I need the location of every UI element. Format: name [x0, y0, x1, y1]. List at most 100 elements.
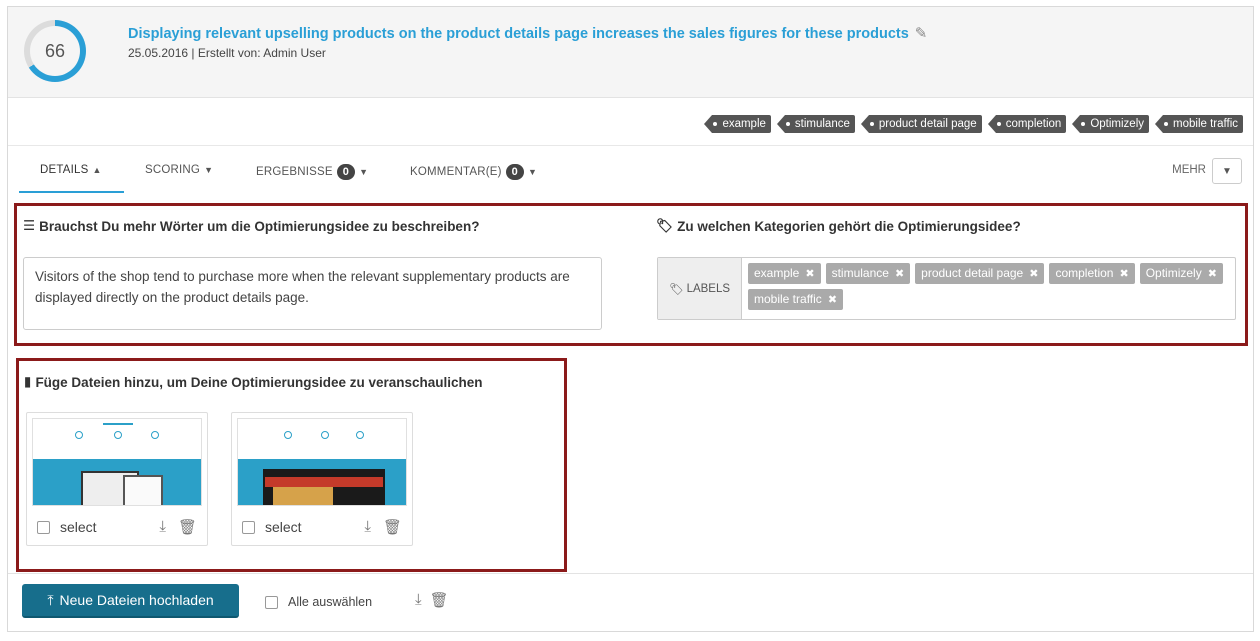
- download-icon[interactable]: ⤓: [364, 518, 371, 536]
- chip-text: mobile traffic: [754, 292, 822, 306]
- upload-files-button[interactable]: ⤒ Neue Dateien hochladen: [22, 584, 239, 618]
- idea-title-text: Displaying relevant upselling products o…: [128, 26, 909, 42]
- chip-text: stimulance: [831, 266, 889, 280]
- file-card: select ⤓ 🗑: [26, 412, 208, 546]
- file-thumbnail[interactable]: [237, 418, 407, 506]
- label-chip[interactable]: example ✖: [748, 263, 821, 284]
- thumbnail-dot: [321, 431, 329, 439]
- tab-label: DETAILS: [40, 164, 89, 176]
- label-chip[interactable]: stimulance ✖: [825, 263, 911, 284]
- trash-icon[interactable]: 🗑: [178, 518, 197, 536]
- remove-icon[interactable]: ✖: [828, 294, 837, 306]
- tab-kommentare[interactable]: KOMMENTAR(E) 0 ▼: [410, 164, 537, 180]
- remove-icon[interactable]: ✖: [895, 268, 904, 280]
- tab-label: KOMMENTAR(E): [410, 166, 502, 178]
- chip-text: completion: [1055, 266, 1114, 280]
- score-ring: 66: [24, 20, 86, 82]
- idea-meta: 25.05.2016 | Erstellt von: Admin User: [128, 46, 326, 60]
- label-chip[interactable]: Optimizely ✖: [1139, 263, 1223, 284]
- thumbnail-dot: [356, 431, 364, 439]
- tag-item[interactable]: mobile traffic: [1155, 115, 1243, 133]
- chevron-down-icon: ▼: [204, 165, 214, 175]
- select-checkbox[interactable]: [37, 520, 50, 534]
- thumbnail-dot: [75, 431, 83, 439]
- thumbnail-line: [103, 423, 133, 425]
- divider: [8, 145, 1253, 146]
- label-chip[interactable]: completion ✖: [1049, 263, 1135, 284]
- pencil-icon[interactable]: ✎: [915, 24, 928, 42]
- active-tab-indicator: [19, 191, 124, 193]
- remove-icon[interactable]: ✖: [1119, 268, 1128, 280]
- file-thumbnail[interactable]: [32, 418, 202, 506]
- remove-icon[interactable]: ✖: [1029, 268, 1038, 280]
- more-dropdown-button[interactable]: ▼: [1212, 158, 1242, 184]
- divider: [8, 573, 1253, 574]
- idea-detail-panel: 66 Displaying relevant upselling product…: [7, 6, 1254, 632]
- remove-icon[interactable]: ✖: [1208, 268, 1217, 280]
- categories-heading: 🏷 Zu welchen Kategorien gehört die Optimi…: [656, 218, 1021, 234]
- trash-icon[interactable]: 🗑: [383, 518, 402, 536]
- labels-input[interactable]: 🏷 LABELS example ✖ stimulance ✖ product det…: [657, 257, 1236, 320]
- tag-icon: 🏷: [668, 283, 684, 296]
- tab-ergebnisse[interactable]: ERGEBNISSE 0 ▼: [256, 164, 368, 180]
- select-all[interactable]: Alle auswählen: [265, 595, 372, 609]
- label-chips: example ✖ stimulance ✖ product detail page…: [748, 263, 1228, 310]
- thumbnail-site-image: [273, 487, 333, 505]
- files-heading: ▮ Füge Dateien hinzu, um Deine Optimierun…: [24, 374, 483, 390]
- upload-label: Neue Dateien hochladen: [59, 592, 214, 608]
- tag-item[interactable]: completion: [987, 115, 1067, 133]
- download-icon[interactable]: ⤓: [415, 591, 422, 609]
- description-heading-text: Brauchst Du mehr Wörter um die Optimieru…: [39, 218, 480, 234]
- labels-addon: 🏷 LABELS: [658, 258, 742, 319]
- thumbnail-device: [123, 475, 163, 505]
- thumbnail-dot: [151, 431, 159, 439]
- score-value: 66: [30, 26, 80, 76]
- chip-text: Optimizely: [1145, 266, 1202, 280]
- remove-icon[interactable]: ✖: [805, 268, 814, 280]
- chevron-down-icon: ▼: [1222, 165, 1232, 177]
- thumbnail-top: [238, 419, 406, 459]
- tag-item[interactable]: example: [704, 115, 771, 133]
- files-heading-text: Füge Dateien hinzu, um Deine Optimierung…: [35, 374, 483, 390]
- select-all-label: Alle auswählen: [288, 595, 373, 609]
- tab-label: SCORING: [145, 164, 201, 176]
- upload-icon: ⤒: [47, 591, 54, 608]
- idea-title[interactable]: Displaying relevant upselling products o…: [128, 24, 927, 42]
- tab-label: ERGEBNISSE: [256, 166, 333, 178]
- tag-item[interactable]: stimulance: [776, 115, 855, 133]
- trash-icon[interactable]: 🗑: [430, 591, 449, 609]
- count-badge: 0: [336, 164, 356, 180]
- thumbnail-dot: [284, 431, 292, 439]
- description-heading: ☰ Brauchst Du mehr Wörter um die Optimier…: [23, 218, 479, 234]
- thumbnail-top: [33, 419, 201, 459]
- download-icon[interactable]: ⤓: [159, 518, 166, 536]
- file-icon: ▮: [24, 374, 32, 389]
- chevron-up-icon: ▲: [92, 165, 102, 175]
- tag-item[interactable]: product detail page: [860, 115, 982, 133]
- bulk-actions: ⤓ 🗑: [415, 591, 449, 609]
- categories-heading-text: Zu welchen Kategorien gehört die Optimie…: [677, 218, 1021, 234]
- select-label: select: [60, 519, 97, 535]
- chip-text: example: [754, 266, 800, 280]
- select-checkbox[interactable]: [242, 520, 255, 534]
- idea-header: 66 Displaying relevant upselling product…: [8, 7, 1253, 98]
- list-icon: ☰: [23, 218, 36, 233]
- more-label[interactable]: MEHR: [1172, 164, 1206, 176]
- label-chip[interactable]: product detail page ✖: [915, 263, 1045, 284]
- tab-scoring[interactable]: SCORING ▼: [145, 164, 213, 176]
- select-all-checkbox[interactable]: [265, 595, 278, 609]
- file-select-row: select ⤓ 🗑: [37, 518, 197, 536]
- chevron-down-icon: ▼: [527, 167, 538, 177]
- tag-list: example stimulance product detail page c…: [704, 115, 1243, 133]
- chip-text: product detail page: [921, 266, 1024, 280]
- file-card: select ⤓ 🗑: [231, 412, 413, 546]
- tag-item[interactable]: Optimizely: [1072, 115, 1150, 133]
- description-text[interactable]: Visitors of the shop tend to purchase mo…: [23, 257, 602, 330]
- count-badge: 0: [505, 164, 524, 180]
- labels-addon-text: LABELS: [686, 282, 731, 295]
- thumbnail-site-stripe: [265, 477, 383, 487]
- select-label: select: [265, 519, 302, 535]
- tab-details[interactable]: DETAILS ▲: [40, 164, 102, 176]
- label-chip[interactable]: mobile traffic ✖: [748, 289, 844, 310]
- thumbnail-dot: [114, 431, 122, 439]
